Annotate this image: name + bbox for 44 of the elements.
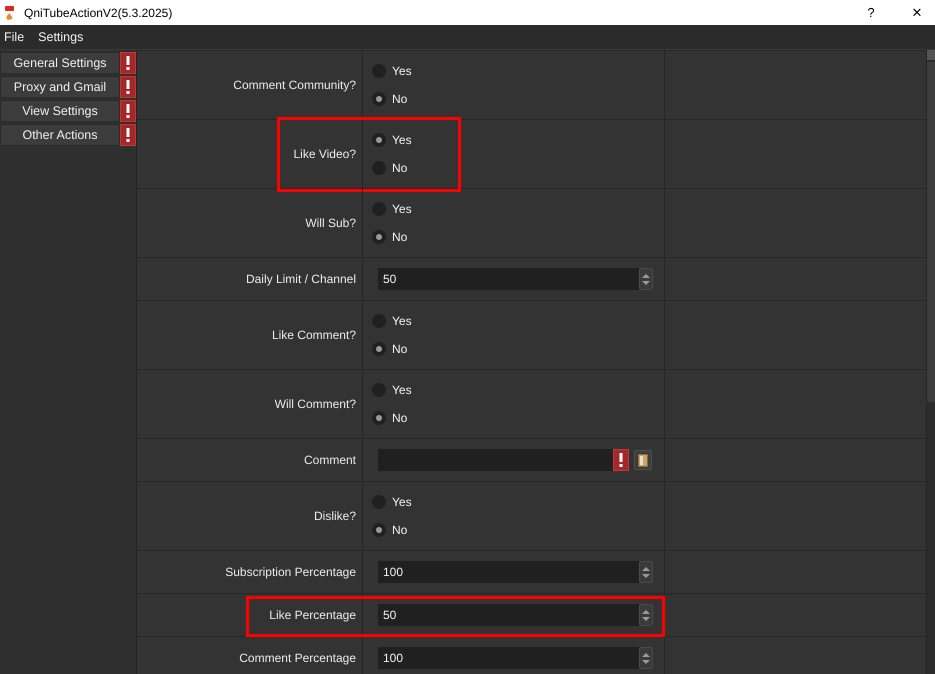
setting-label: Comment Community? bbox=[233, 78, 356, 92]
setting-label: Like Comment? bbox=[272, 328, 356, 342]
help-button[interactable]: ? bbox=[864, 5, 878, 20]
close-button[interactable]: × bbox=[909, 2, 925, 22]
sidebar-item[interactable]: View Settings bbox=[0, 100, 120, 122]
file-icon bbox=[638, 454, 648, 466]
setting-label: Like Video? bbox=[294, 147, 356, 161]
spin-arrows-icon[interactable] bbox=[639, 647, 653, 669]
setting-label: Daily Limit / Channel bbox=[246, 272, 356, 286]
number-field[interactable]: 50 bbox=[378, 604, 653, 626]
radio-button[interactable]: No bbox=[372, 91, 408, 107]
spin-arrows-icon[interactable] bbox=[639, 561, 653, 583]
radio-button[interactable]: Yes bbox=[372, 313, 412, 329]
spin-arrows-icon[interactable] bbox=[639, 268, 653, 290]
scrollbar[interactable] bbox=[926, 50, 935, 674]
radio-button[interactable]: No bbox=[372, 160, 408, 176]
setting-label: Will Comment? bbox=[274, 397, 356, 411]
comment-field[interactable] bbox=[378, 449, 629, 471]
radio-button[interactable]: No bbox=[372, 522, 408, 538]
radio-button[interactable]: Yes bbox=[372, 63, 412, 79]
window-title: QniTubeActionV2(5.3.2025) bbox=[24, 6, 174, 20]
number-field[interactable]: 50 bbox=[378, 268, 653, 290]
radio-button[interactable]: No bbox=[372, 410, 408, 426]
setting-label: Subscription Percentage bbox=[225, 565, 356, 579]
sidebar-item[interactable]: Other Actions bbox=[0, 124, 120, 146]
radio-button[interactable]: No bbox=[372, 341, 408, 357]
setting-label: Dislike? bbox=[314, 509, 356, 523]
sidebar-item[interactable]: Proxy and Gmail bbox=[0, 76, 120, 98]
setting-label: Comment Percentage bbox=[239, 651, 356, 665]
radio-button[interactable]: No bbox=[372, 229, 408, 245]
sidebar-item[interactable]: General Settings bbox=[0, 52, 120, 74]
radio-button[interactable]: Yes bbox=[372, 382, 412, 398]
file-button[interactable] bbox=[634, 450, 652, 470]
menu-item[interactable]: Settings bbox=[34, 30, 88, 44]
menu-item[interactable]: File bbox=[0, 30, 28, 44]
setting-label: Will Sub? bbox=[305, 216, 356, 230]
radio-button[interactable]: Yes bbox=[372, 201, 412, 217]
radio-button[interactable]: Yes bbox=[372, 132, 412, 148]
radio-button[interactable]: Yes bbox=[372, 494, 412, 510]
setting-label: Comment bbox=[304, 453, 356, 467]
setting-label: Like Percentage bbox=[269, 608, 356, 622]
number-field[interactable]: 100 bbox=[378, 647, 653, 669]
number-field[interactable]: 100 bbox=[378, 561, 653, 583]
spin-arrows-icon[interactable] bbox=[639, 604, 653, 626]
